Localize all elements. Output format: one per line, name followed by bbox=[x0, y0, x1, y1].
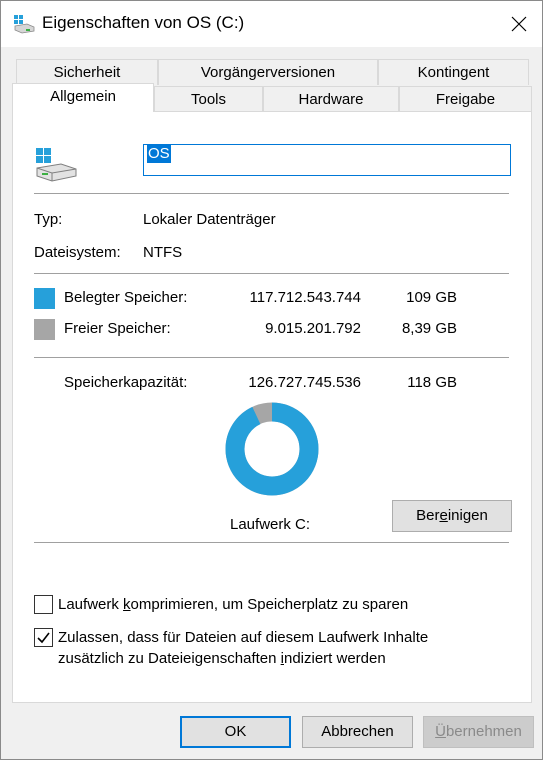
disk-usage-chart bbox=[225, 402, 319, 496]
apply-button[interactable]: Übernehmen bbox=[423, 716, 534, 748]
tab-label: Tools bbox=[190, 91, 227, 108]
type-label: Typ: bbox=[34, 211, 63, 228]
separator bbox=[34, 193, 509, 194]
ok-button[interactable]: OK bbox=[180, 716, 291, 748]
used-space-swatch bbox=[34, 288, 55, 309]
ok-button-label: OK bbox=[224, 723, 247, 740]
close-button[interactable] bbox=[496, 1, 542, 47]
tab-allgemein[interactable]: Allgemein bbox=[12, 83, 154, 112]
filesystem-label: Dateisystem: bbox=[34, 244, 121, 261]
cancel-button-label: Abbrechen bbox=[321, 723, 394, 740]
drive-name-text: OS bbox=[147, 144, 171, 163]
title-bar: Eigenschaften von OS (C:) bbox=[1, 1, 542, 47]
properties-window: Eigenschaften von OS (C:) Sicherheit Vor… bbox=[0, 0, 543, 760]
close-icon bbox=[511, 16, 527, 32]
local-disk-icon bbox=[36, 148, 77, 182]
apply-button-label: Übernehmen bbox=[435, 723, 522, 740]
tab-label: Kontingent bbox=[417, 64, 490, 81]
tab-label: Hardware bbox=[298, 91, 364, 108]
type-value: Lokaler Datenträger bbox=[143, 211, 276, 228]
filesystem-value: NTFS bbox=[143, 244, 183, 261]
free-space-swatch bbox=[34, 319, 55, 340]
drive-name-input[interactable]: OS bbox=[143, 144, 511, 176]
used-space-bytes: 117.712.543.744 bbox=[249, 289, 362, 306]
used-space-label: Belegter Speicher: bbox=[64, 289, 188, 306]
tab-sicherheit[interactable]: Sicherheit bbox=[16, 59, 158, 85]
tab-hardware[interactable]: Hardware bbox=[263, 86, 399, 112]
index-label-line2: zusätzlich zu Dateieigenschaften indizie… bbox=[58, 650, 386, 667]
tab-kontingent[interactable]: Kontingent bbox=[378, 59, 529, 85]
index-label-line1: Zulassen, dass für Dateien auf diesem La… bbox=[58, 629, 429, 646]
capacity-bytes: 126.727.745.536 bbox=[248, 374, 361, 391]
cancel-button[interactable]: Abbrechen bbox=[302, 716, 413, 748]
tab-label: Sicherheit bbox=[53, 64, 121, 81]
separator bbox=[34, 273, 509, 274]
drive-icon bbox=[14, 15, 35, 34]
tab-label: Freigabe bbox=[435, 91, 496, 108]
separator bbox=[34, 357, 509, 358]
used-space-size: 109 GB bbox=[406, 289, 457, 306]
free-space-bytes: 9.015.201.792 bbox=[265, 320, 361, 337]
free-space-label: Freier Speicher: bbox=[64, 320, 171, 337]
cleanup-button-label: Bereinigen bbox=[416, 507, 488, 524]
tab-tools[interactable]: Tools bbox=[154, 86, 263, 112]
free-space-size: 8,39 GB bbox=[401, 320, 457, 337]
drive-label: Laufwerk C: bbox=[230, 516, 311, 533]
checkmark-icon bbox=[37, 632, 50, 644]
used-space-ring bbox=[225, 402, 319, 496]
tab-label: Vorgängerversionen bbox=[200, 64, 336, 81]
index-checkbox[interactable] bbox=[34, 628, 53, 647]
cleanup-button[interactable]: Bereinigen bbox=[392, 500, 512, 532]
capacity-label: Speicherkapazität: bbox=[64, 374, 188, 391]
separator bbox=[34, 542, 509, 543]
tab-vorgaengerversionen[interactable]: Vorgängerversionen bbox=[158, 59, 378, 85]
compress-checkbox[interactable] bbox=[34, 595, 53, 614]
tab-freigabe[interactable]: Freigabe bbox=[399, 86, 532, 112]
capacity-size: 118 GB bbox=[407, 374, 457, 391]
window-title: Eigenschaften von OS (C:) bbox=[42, 13, 245, 32]
tab-label: Allgemein bbox=[50, 88, 116, 105]
compress-label: Laufwerk komprimieren, um Speicherplatz … bbox=[58, 596, 409, 613]
